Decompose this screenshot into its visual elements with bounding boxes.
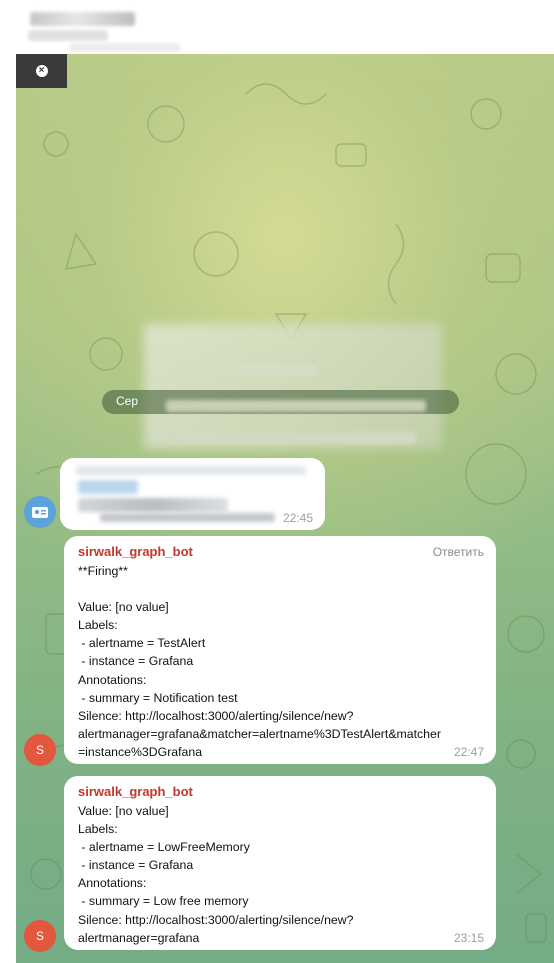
avatar[interactable]: S bbox=[24, 920, 56, 952]
service-message-text: Cep bbox=[116, 394, 139, 408]
blurred-sender bbox=[76, 466, 306, 475]
reply-button[interactable]: Ответить bbox=[433, 545, 484, 559]
close-icon[interactable]: × bbox=[35, 65, 48, 77]
close-button[interactable]: × bbox=[16, 54, 67, 88]
chat-header bbox=[0, 0, 554, 54]
blurred-text bbox=[166, 432, 416, 444]
blurred-text bbox=[100, 513, 275, 522]
avatar[interactable]: S bbox=[24, 734, 56, 766]
message-text: **Firing** Value: [no value] Labels: - a… bbox=[78, 564, 441, 759]
message-time: 23:15 bbox=[453, 931, 484, 945]
message-bubble[interactable]: sirwalk_graph_bot Value: [no value] Labe… bbox=[64, 776, 496, 950]
blurred-text bbox=[78, 498, 228, 512]
blurred-text bbox=[78, 480, 138, 494]
sender-name[interactable]: sirwalk_graph_bot bbox=[78, 544, 482, 559]
blurred-chat-status bbox=[28, 30, 108, 41]
chat-area[interactable]: × Cep 22:45 sirwalk_graph_bot **Firing**… bbox=[16, 54, 554, 963]
blurred-chat-title bbox=[30, 12, 135, 26]
avatar[interactable] bbox=[24, 496, 56, 528]
blurred-popup bbox=[144, 324, 442, 449]
sender-name[interactable]: sirwalk_graph_bot bbox=[78, 784, 482, 799]
message-bubble[interactable]: 22:45 bbox=[60, 458, 325, 530]
message-bubble[interactable]: sirwalk_graph_bot **Firing** Value: [no … bbox=[64, 536, 496, 764]
message-text: Value: [no value] Labels: - alertname = … bbox=[78, 804, 354, 945]
blurred-text bbox=[226, 364, 316, 376]
blurred-chat-subtitle bbox=[70, 43, 180, 52]
message-time: 22:45 bbox=[282, 511, 313, 525]
contact-icon bbox=[32, 507, 48, 518]
message-time: 22:47 bbox=[453, 745, 484, 759]
blurred-text bbox=[166, 400, 426, 412]
